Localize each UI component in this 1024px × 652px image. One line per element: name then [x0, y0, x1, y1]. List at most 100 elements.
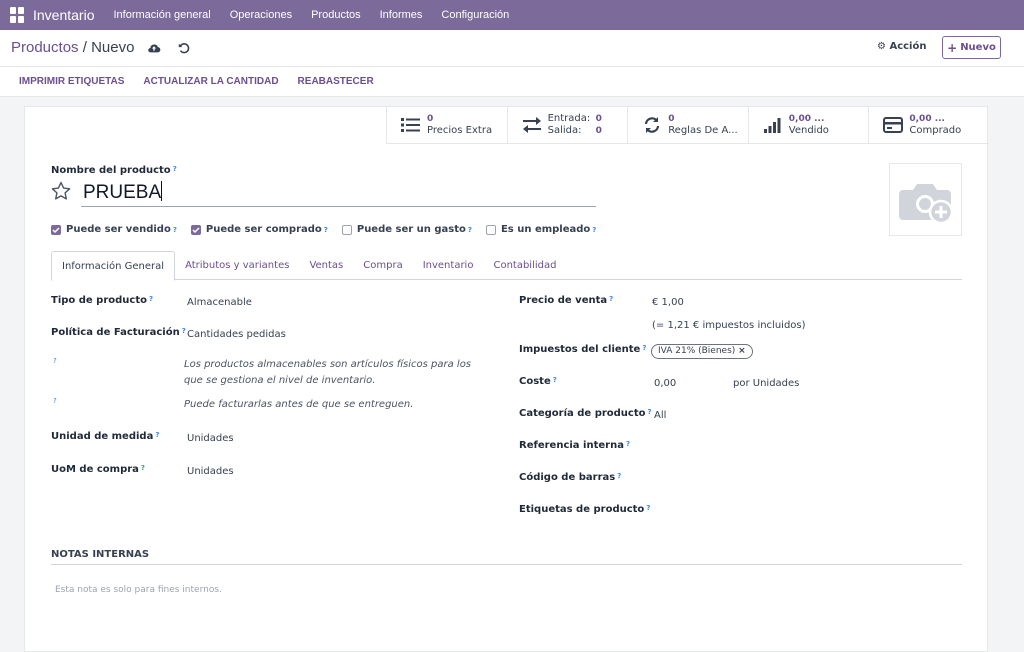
help-icon[interactable]: ?	[155, 431, 159, 439]
help-icon[interactable]: ?	[626, 440, 630, 448]
extra-prices-label: Precios Extra	[427, 125, 493, 136]
product-name-input[interactable]: PRUEBA	[81, 179, 596, 207]
product-tags-input[interactable]	[652, 504, 952, 518]
apps-grid-icon[interactable]	[10, 7, 26, 23]
checkbox-checked[interactable]	[190, 224, 201, 235]
product-image-upload[interactable]	[889, 163, 962, 236]
plus-icon: +	[947, 40, 958, 55]
help-icon[interactable]: ?	[553, 376, 557, 384]
update-quantity-button[interactable]: ACTUALIZAR LA CANTIDAD	[143, 76, 278, 87]
product-tags-label: Etiquetas de producto?	[519, 504, 650, 515]
purchase-uom-select[interactable]: Unidades	[187, 466, 234, 477]
product-name-label-text: Nombre del producto	[51, 165, 171, 176]
action-menu-button[interactable]: ⚙ Acción	[877, 41, 926, 52]
new-label: Nuevo	[960, 42, 996, 53]
top-navbar: Inventario Información general Operacion…	[0, 0, 1024, 30]
breadcrumb-parent[interactable]: Productos	[11, 39, 79, 56]
checkbox-unchecked[interactable]	[341, 224, 352, 235]
internal-notes-editor[interactable]: Esta nota es solo para fines internos.	[55, 585, 222, 595]
invoice-policy-label: Política de Facturación?	[51, 327, 186, 338]
internal-reference-label: Referencia interna?	[519, 440, 630, 451]
purchased-button[interactable]: 0,00 ... Comprado	[868, 107, 989, 143]
product-name-value: PRUEBA	[83, 182, 162, 203]
salida-value: 0	[595, 126, 602, 136]
in-out-button[interactable]: Entrada: 0 Salida: 0	[506, 107, 628, 143]
product-type-select[interactable]: Almacenable	[187, 297, 252, 308]
help-icon[interactable]: ?	[173, 226, 177, 234]
replenish-button[interactable]: REABASTECER	[298, 76, 374, 87]
checkbox-unchecked[interactable]	[485, 224, 496, 235]
product-category-select[interactable]: All	[654, 410, 666, 421]
menu-item-productos[interactable]: Productos	[311, 9, 361, 21]
refresh-icon	[645, 117, 660, 133]
tab-compra[interactable]: Compra	[353, 251, 412, 279]
invoice-policy-label-text: Política de Facturación	[51, 327, 180, 338]
divider	[51, 564, 962, 565]
help-icon[interactable]: ?	[141, 464, 145, 472]
sale-price-input[interactable]: € 1,00	[652, 297, 684, 308]
tab-informacion-general[interactable]: Información General	[51, 251, 176, 281]
uom-select[interactable]: Unidades	[187, 433, 234, 444]
app-name[interactable]: Inventario	[33, 7, 94, 23]
barcode-input[interactable]	[652, 472, 952, 486]
uom-label-text: Unidad de medida	[51, 431, 154, 442]
cost-input[interactable]: 0,00	[654, 378, 676, 389]
can-be-expensed-checkbox[interactable]: Puede ser un gasto?	[341, 224, 472, 235]
remove-tag-icon[interactable]: ×	[738, 346, 746, 356]
menu-item-informes[interactable]: Informes	[380, 9, 423, 21]
help-icon[interactable]: ?	[51, 397, 57, 408]
print-labels-button[interactable]: IMPRIMIR ETIQUETAS	[19, 76, 124, 87]
favorite-star-icon[interactable]	[51, 181, 71, 201]
signal-icon	[763, 118, 781, 133]
invoice-policy-select[interactable]: Cantidades pedidas	[187, 329, 286, 340]
notebook-tabs: Información General Atributos y variante…	[51, 251, 962, 281]
reorder-rules-button[interactable]: 0 Reglas De A...	[627, 107, 748, 143]
help-icon[interactable]: ?	[173, 165, 177, 173]
cloud-upload-icon[interactable]	[147, 41, 161, 55]
help-icon[interactable]: ?	[51, 357, 57, 368]
breadcrumb-current: Nuevo	[91, 39, 135, 56]
help-icon[interactable]: ?	[592, 226, 596, 234]
menu-item-operaciones[interactable]: Operaciones	[230, 9, 292, 21]
help-icon[interactable]: ?	[324, 226, 328, 234]
salida-label: Salida:	[547, 125, 582, 136]
can-be-sold-checkbox[interactable]: Puede ser vendido?	[51, 224, 177, 235]
extra-prices-button[interactable]: 0 Precios Extra	[386, 107, 507, 143]
internal-reference-label-text: Referencia interna	[519, 440, 624, 451]
control-panel: Productos / Nuevo ⚙ Acción + Nuevo	[0, 30, 1024, 67]
product-category-label-text: Categoría de producto	[519, 408, 646, 419]
help-icon[interactable]: ?	[617, 472, 621, 480]
tab-ventas[interactable]: Ventas	[299, 251, 353, 279]
internal-reference-input[interactable]	[652, 440, 952, 454]
credit-card-icon	[883, 117, 904, 133]
tab-inventario[interactable]: Inventario	[413, 251, 484, 279]
internal-notes-title: NOTAS INTERNAS	[51, 549, 150, 560]
cost-unit: por Unidades	[733, 378, 800, 389]
menu-item-informacion-general[interactable]: Información general	[113, 9, 210, 21]
can-be-expensed-label: Puede ser un gasto	[356, 224, 466, 235]
help-icon[interactable]: ?	[642, 344, 646, 352]
menu-item-configuracion[interactable]: Configuración	[441, 9, 509, 21]
customer-taxes-label-text: Impuestos del cliente	[519, 344, 641, 355]
tax-tag-label: IVA 21% (Bienes)	[658, 346, 736, 356]
tax-included-note: (= 1,21 € impuestos incluidos)	[652, 320, 806, 331]
is-employee-checkbox[interactable]: Es un empleado?	[485, 224, 596, 235]
tab-contabilidad[interactable]: Contabilidad	[483, 251, 566, 279]
can-be-purchased-checkbox[interactable]: Puede ser comprado?	[190, 224, 328, 235]
sold-button[interactable]: 0,00 ... Vendido	[747, 107, 869, 143]
text-caret	[161, 181, 163, 201]
help-icon[interactable]: ?	[648, 408, 652, 416]
help-icon[interactable]: ?	[646, 504, 650, 512]
tab-atributos-variantes[interactable]: Atributos y variantes	[175, 251, 299, 279]
help-icon[interactable]: ?	[182, 327, 186, 335]
checkbox-checked[interactable]	[51, 224, 61, 235]
can-be-purchased-label: Puede ser comprado	[205, 224, 322, 235]
product-category-label: Categoría de producto?	[519, 408, 652, 419]
help-icon[interactable]: ?	[149, 295, 153, 303]
new-button[interactable]: + Nuevo	[942, 36, 1001, 59]
help-icon[interactable]: ?	[609, 295, 613, 303]
discard-icon[interactable]	[177, 41, 191, 55]
is-employee-label: Es un empleado	[500, 224, 591, 235]
reorder-rules-label: Reglas De A...	[668, 125, 738, 136]
help-icon[interactable]: ?	[468, 226, 472, 234]
